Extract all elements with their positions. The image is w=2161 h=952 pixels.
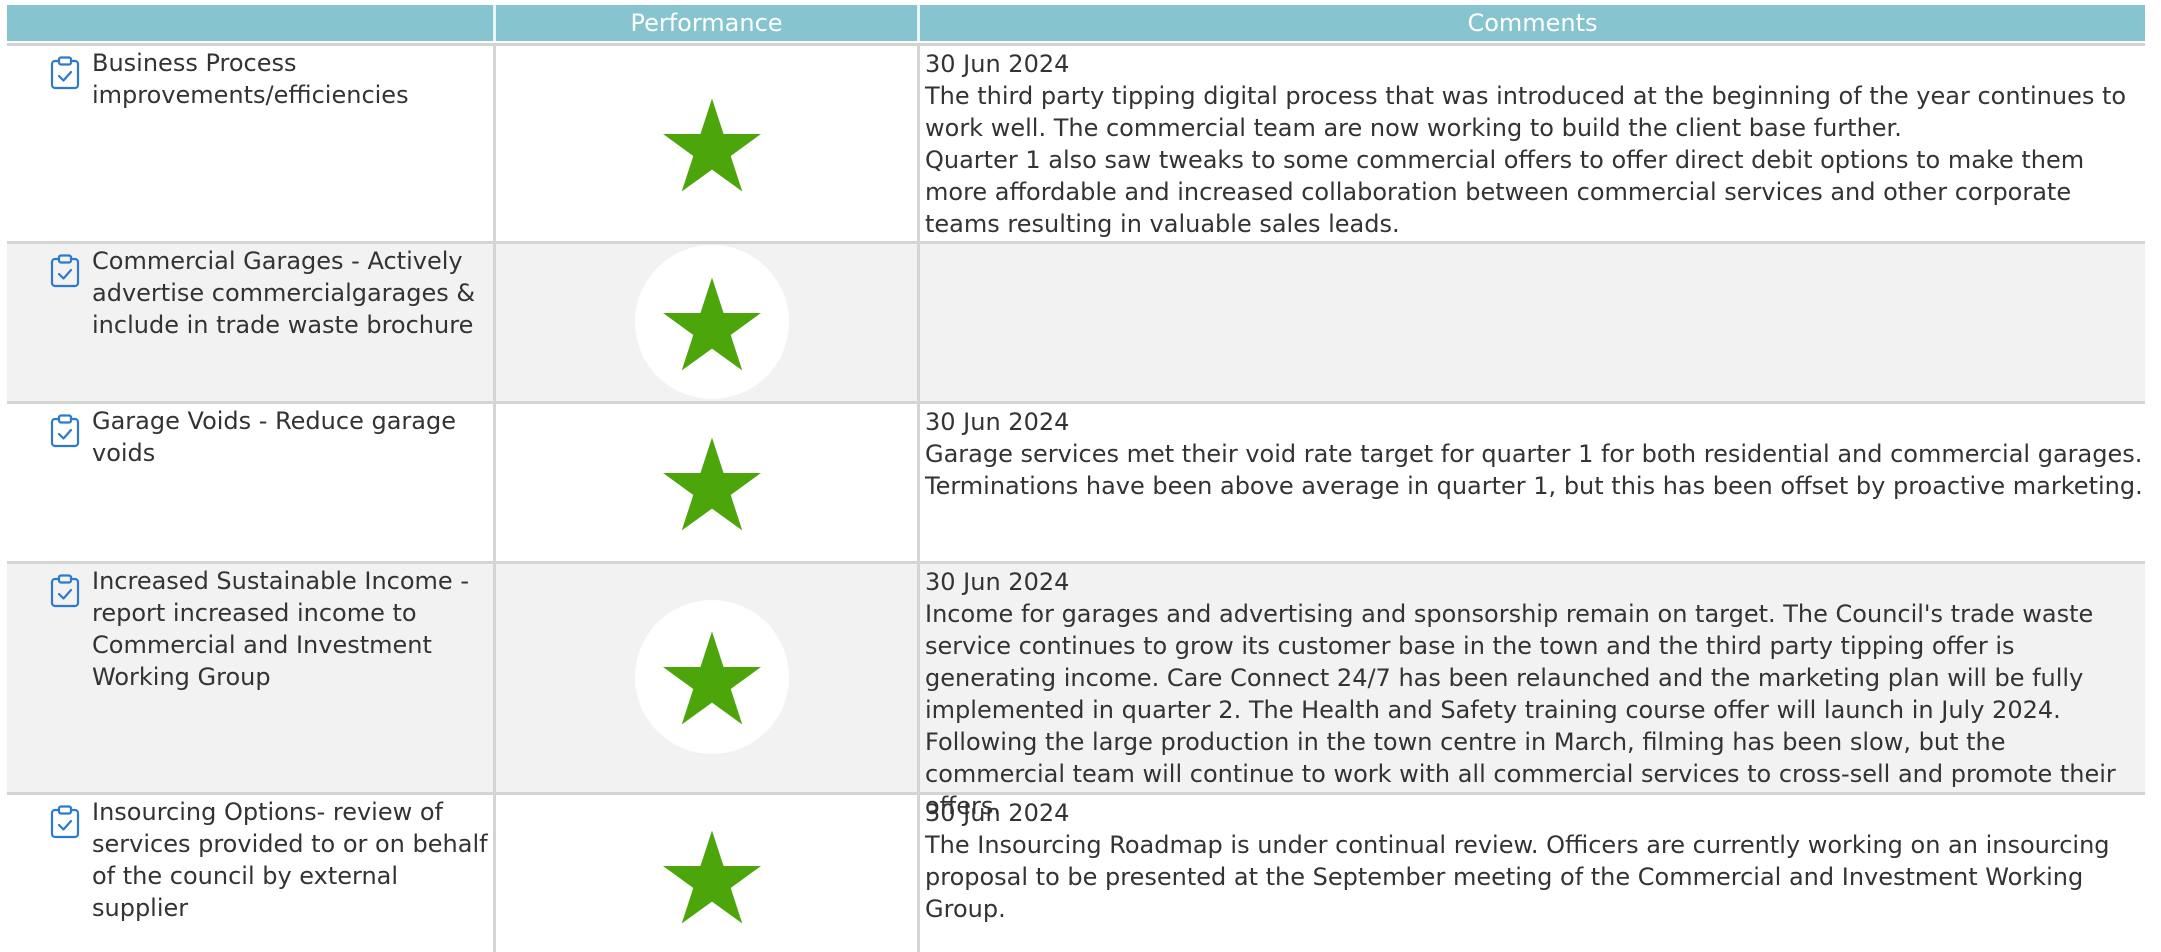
measure-cell: Insourcing Options- review of services p… xyxy=(7,795,493,952)
header-performance: Performance xyxy=(630,9,783,37)
comment-text: 30 Jun 2024 Garage services met their vo… xyxy=(925,406,2143,502)
measure-name: Increased Sustainable Income - report in… xyxy=(92,567,469,691)
comment-cell xyxy=(917,244,2145,401)
header-comments: Comments xyxy=(1467,9,1598,37)
measure-cell: Garage Voids - Reduce garage voids xyxy=(7,404,493,561)
comment-text: 30 Jun 2024 Income for garages and adver… xyxy=(925,566,2143,822)
clipboard-check-icon xyxy=(50,56,80,90)
performance-cell xyxy=(493,244,917,401)
table-row: Insourcing Options- review of services p… xyxy=(7,792,2145,952)
comment-cell: 30 Jun 2024 Garage services met their vo… xyxy=(917,404,2145,561)
comment-line: The Insourcing Roadmap is under continua… xyxy=(925,831,2110,923)
measure-cell: Commercial Garages - Actively advertise … xyxy=(7,244,493,401)
star-icon xyxy=(663,437,761,531)
measure-cell: Increased Sustainable Income - report in… xyxy=(7,564,493,792)
measure-name: Commercial Garages - Actively advertise … xyxy=(92,247,476,339)
star-icon xyxy=(663,830,761,924)
comment-date: 30 Jun 2024 xyxy=(925,50,1070,78)
comment-line: The third party tipping digital process … xyxy=(925,82,2127,142)
performance-cell xyxy=(493,46,917,241)
star-icon xyxy=(663,631,761,725)
performance-cell xyxy=(493,795,917,952)
star-icon xyxy=(663,98,761,192)
comment-line: Garage services met their void rate targ… xyxy=(925,440,2143,468)
table-row: Increased Sustainable Income - report in… xyxy=(7,561,2145,820)
comment-date: 30 Jun 2024 xyxy=(925,408,1070,436)
comment-line: Terminations have been above average in … xyxy=(925,472,2143,500)
comment-cell: 30 Jun 2024 The Insourcing Roadmap is un… xyxy=(917,795,2145,952)
measure-name: Insourcing Options- review of services p… xyxy=(92,798,488,922)
comment-cell: 30 Jun 2024 The third party tipping digi… xyxy=(917,46,2145,241)
measure-name: Garage Voids - Reduce garage voids xyxy=(92,407,456,467)
comment-date: 30 Jun 2024 xyxy=(925,799,1070,827)
clipboard-check-icon xyxy=(50,254,80,288)
table-row: Commercial Garages - Actively advertise … xyxy=(7,241,2145,401)
comment-line: Quarter 1 also saw tweaks to some commer… xyxy=(925,146,2085,238)
comment-line: Income for garages and advertising and s… xyxy=(925,600,2116,820)
comment-text: 30 Jun 2024 The third party tipping digi… xyxy=(925,48,2143,240)
table-row: Business Process improvements/efficienci… xyxy=(7,43,2145,241)
clipboard-check-icon xyxy=(50,414,80,448)
measure-cell: Business Process improvements/efficienci… xyxy=(7,46,493,241)
table-header: Performance Comments xyxy=(7,5,2145,41)
table-row: Garage Voids - Reduce garage voids 30 Ju… xyxy=(7,401,2145,561)
clipboard-check-icon xyxy=(50,805,80,839)
clipboard-check-icon xyxy=(50,574,80,608)
measure-name: Business Process improvements/efficienci… xyxy=(92,49,409,109)
comment-text: 30 Jun 2024 The Insourcing Roadmap is un… xyxy=(925,797,2143,925)
performance-cell xyxy=(493,564,917,792)
comment-date: 30 Jun 2024 xyxy=(925,568,1070,596)
star-icon xyxy=(663,277,761,371)
comment-cell: 30 Jun 2024 Income for garages and adver… xyxy=(917,564,2145,820)
performance-cell xyxy=(493,404,917,561)
